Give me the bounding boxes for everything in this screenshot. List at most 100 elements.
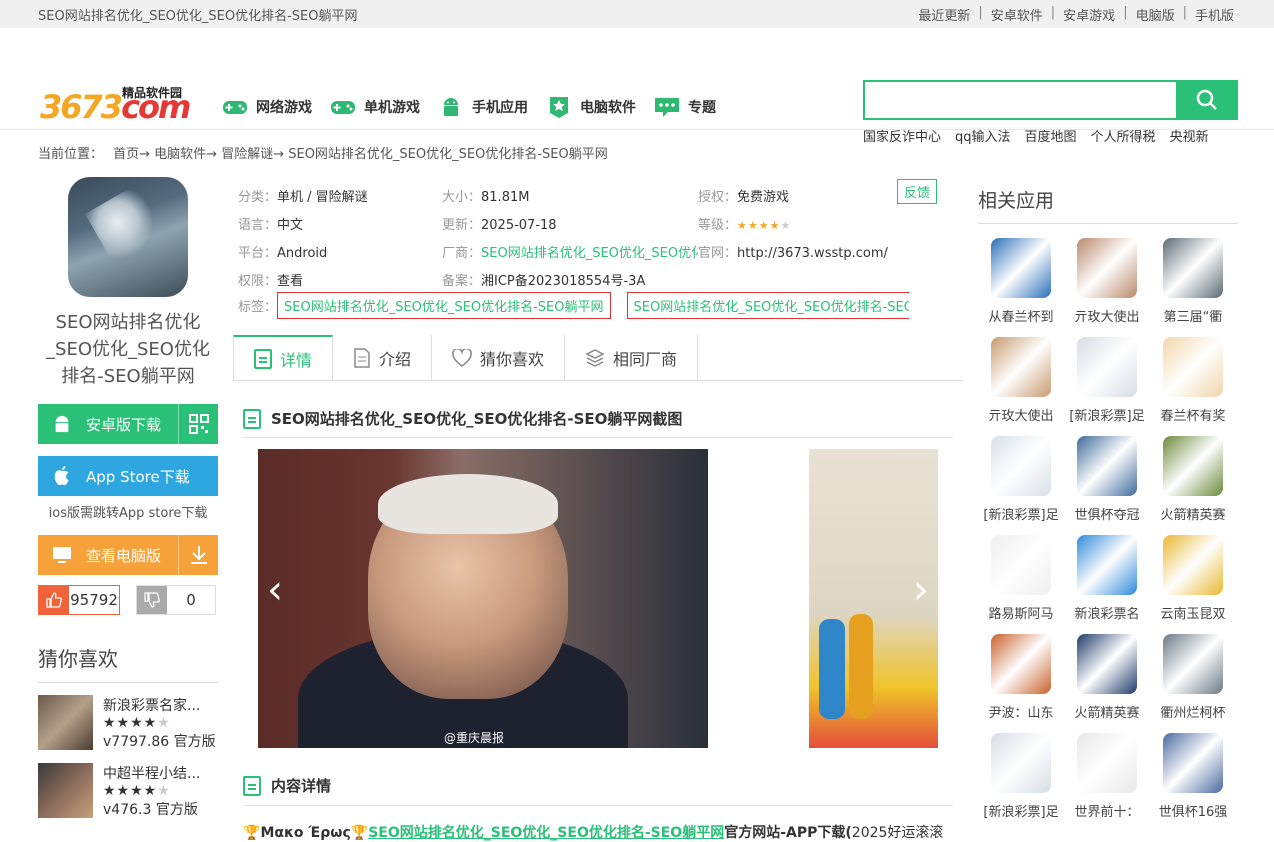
hot-search-link[interactable]: 百度地图 bbox=[1025, 126, 1077, 145]
gamepad-icon bbox=[222, 96, 248, 118]
screenshots-header: SEO网站排名优化_SEO优化_SEO优化排名-SEO躺平网截图 bbox=[243, 400, 953, 438]
top-link-recent[interactable]: 最近更新 bbox=[910, 5, 978, 24]
next-arrow-icon[interactable]: › bbox=[906, 570, 936, 610]
download-icon[interactable] bbox=[178, 535, 218, 575]
chat-icon bbox=[654, 96, 680, 118]
nav-label: 专题 bbox=[688, 100, 716, 116]
platform-value: Android bbox=[277, 245, 328, 261]
screenshot-image[interactable]: @重庆晨报 bbox=[258, 449, 708, 748]
permission-value[interactable]: 查看 bbox=[277, 274, 303, 289]
related-app[interactable]: 亓玫大使出 bbox=[1064, 238, 1150, 325]
pc-version-button[interactable]: 查看电脑版 bbox=[38, 535, 218, 575]
related-app[interactable]: 火箭精英赛 bbox=[1150, 436, 1236, 523]
content-link[interactable]: SEO网站排名优化_SEO优化_SEO优化排名-SEO躺平网 bbox=[368, 825, 724, 841]
related-app-label: 世俱杯16强 bbox=[1158, 805, 1228, 820]
tab-guess[interactable]: 猜你喜欢 bbox=[432, 335, 566, 380]
breadcrumb-label: 当前位置： bbox=[38, 147, 104, 162]
related-app-label: 春兰杯有奖 bbox=[1160, 409, 1226, 424]
guess-item[interactable]: 中超半程小结... ★★★★★ v476.3 官方版 bbox=[38, 763, 218, 819]
related-app-label: 第三届“衢 bbox=[1163, 310, 1223, 325]
related-app-label: [新浪彩票]足 bbox=[1069, 409, 1145, 424]
related-app-label: 亓玫大使出 bbox=[1074, 310, 1140, 325]
apple-icon bbox=[54, 466, 69, 486]
website-value[interactable]: http://3673.wsstp.com/ bbox=[737, 246, 888, 261]
breadcrumb-path[interactable]: 首页→ 电脑软件→ 冒险解谜→ SEO网站排名优化_SEO优化_SEO优化排名-… bbox=[113, 147, 608, 162]
pc-version-label: 查看电脑版 bbox=[86, 546, 162, 565]
android-download-button[interactable]: 安卓版下载 bbox=[38, 404, 218, 444]
screenshots-title: SEO网站排名优化_SEO优化_SEO优化排名-SEO躺平网截图 bbox=[271, 410, 683, 428]
main-nav: 网络游戏 单机游戏 手机应用 电脑软件 专题 bbox=[222, 96, 716, 118]
related-app[interactable]: 世俱杯16强 bbox=[1150, 733, 1236, 820]
star-badge-icon bbox=[546, 96, 572, 118]
related-app[interactable]: 新浪彩票名 bbox=[1064, 535, 1150, 622]
related-app-icon bbox=[991, 436, 1051, 496]
related-app-icon bbox=[1077, 634, 1137, 694]
vote-bar: 95792 0 bbox=[38, 585, 218, 615]
related-app[interactable]: 第三届“衢 bbox=[1150, 238, 1236, 325]
related-app[interactable]: [新浪彩票]足 bbox=[978, 733, 1064, 820]
tag-link[interactable]: SEO网站排名优化_SEO优化_SEO优化排名-SEO bbox=[626, 292, 909, 319]
tag-link[interactable]: SEO网站排名优化_SEO优化_SEO优化排名-SEO躺平网 bbox=[277, 292, 611, 319]
top-link-android-software[interactable]: 安卓软件 bbox=[983, 5, 1051, 24]
tab-intro[interactable]: 介绍 bbox=[333, 335, 433, 380]
related-app[interactable]: 春兰杯有奖 bbox=[1150, 337, 1236, 424]
nav-pc-software[interactable]: 电脑软件 bbox=[546, 96, 636, 118]
related-app[interactable]: 世界前十： bbox=[1064, 733, 1150, 820]
qr-code-icon[interactable] bbox=[178, 404, 218, 444]
guess-item[interactable]: 新浪彩票名家... ★★★★★ v7797.86 官方版 bbox=[38, 695, 218, 751]
logo-number: 3673 bbox=[40, 88, 123, 126]
nav-topics[interactable]: 专题 bbox=[654, 96, 716, 118]
top-link-mobile[interactable]: 手机版 bbox=[1187, 5, 1242, 24]
related-app[interactable]: 亓玫大使出 bbox=[978, 337, 1064, 424]
related-app-label: 尹波：山东 bbox=[988, 706, 1054, 721]
tab-label: 猜你喜欢 bbox=[480, 349, 545, 369]
feedback-button[interactable]: 反馈 bbox=[897, 179, 938, 204]
nav-online-games[interactable]: 网络游戏 bbox=[222, 96, 312, 118]
hot-search-link[interactable]: qq输入法 bbox=[955, 126, 1011, 145]
detail-label: 平台： bbox=[238, 245, 278, 261]
document-icon bbox=[243, 775, 261, 796]
tab-same-vendor[interactable]: 相同厂商 bbox=[565, 335, 699, 380]
nav-single-games[interactable]: 单机游戏 bbox=[330, 96, 420, 118]
guess-item-name: 中超半程小结... bbox=[103, 766, 201, 782]
related-app[interactable]: 世俱杯夺冠 bbox=[1064, 436, 1150, 523]
search-button[interactable] bbox=[1176, 80, 1238, 120]
related-app[interactable]: 云南玉昆双 bbox=[1150, 535, 1236, 622]
guess-item-thumbnail bbox=[38, 695, 93, 750]
hot-search-link[interactable]: 国家反诈中心 bbox=[863, 126, 941, 145]
top-links: 最近更新 | 安卓软件 | 安卓游戏 | 电脑版 | 手机版 bbox=[910, 5, 1242, 24]
layers-icon bbox=[585, 348, 605, 367]
trophy-icon: 🏆 bbox=[350, 825, 369, 841]
hot-search-link[interactable]: 央视新 bbox=[1170, 126, 1209, 145]
tab-details[interactable]: 详情 bbox=[233, 335, 334, 380]
related-app[interactable]: [新浪彩票]足 bbox=[1064, 337, 1150, 424]
tab-label: 介绍 bbox=[379, 349, 412, 369]
search-input[interactable] bbox=[863, 80, 1176, 120]
nav-mobile-apps[interactable]: 手机应用 bbox=[438, 96, 528, 118]
related-app[interactable]: [新浪彩票]足 bbox=[978, 436, 1064, 523]
related-app[interactable]: 火箭精英赛 bbox=[1064, 634, 1150, 721]
hot-search-link[interactable]: 个人所得税 bbox=[1091, 126, 1156, 145]
top-link-pc[interactable]: 电脑版 bbox=[1128, 5, 1183, 24]
guess-item-thumbnail bbox=[38, 763, 93, 818]
top-link-android-games[interactable]: 安卓游戏 bbox=[1055, 5, 1123, 24]
content-title: 内容详情 bbox=[271, 777, 332, 795]
vendor-link[interactable]: SEO网站排名优化_SEO优化_SEO优化 bbox=[481, 246, 698, 261]
detail-label: 官网： bbox=[698, 245, 738, 261]
prev-arrow-icon[interactable]: ‹ bbox=[260, 570, 290, 610]
dislike-button[interactable]: 0 bbox=[136, 585, 216, 615]
related-app-label: 火箭精英赛 bbox=[1160, 508, 1226, 523]
android-download-label: 安卓版下载 bbox=[86, 415, 162, 434]
like-button[interactable]: 95792 bbox=[38, 585, 120, 615]
content-suffix: 官方网站-APP下载( bbox=[724, 825, 852, 841]
android-icon bbox=[55, 415, 69, 433]
site-logo[interactable]: 3673 com 精品软件园 bbox=[40, 86, 191, 126]
related-app[interactable]: 尹波：山东 bbox=[978, 634, 1064, 721]
related-app[interactable]: 路易斯阿马 bbox=[978, 535, 1064, 622]
detail-label: 分类： bbox=[238, 189, 278, 205]
related-app[interactable]: 衢州烂柯杯 bbox=[1150, 634, 1236, 721]
related-app[interactable]: 从春兰杯到 bbox=[978, 238, 1064, 325]
appstore-download-button[interactable]: App Store下载 bbox=[38, 456, 218, 496]
related-apps: 相关应用 从春兰杯到 亓玫大使出 第三届“衢 亓玫大使出 [新浪彩票]足 春兰杯… bbox=[978, 186, 1238, 820]
category-value[interactable]: 单机 / 冒险解谜 bbox=[277, 190, 368, 205]
